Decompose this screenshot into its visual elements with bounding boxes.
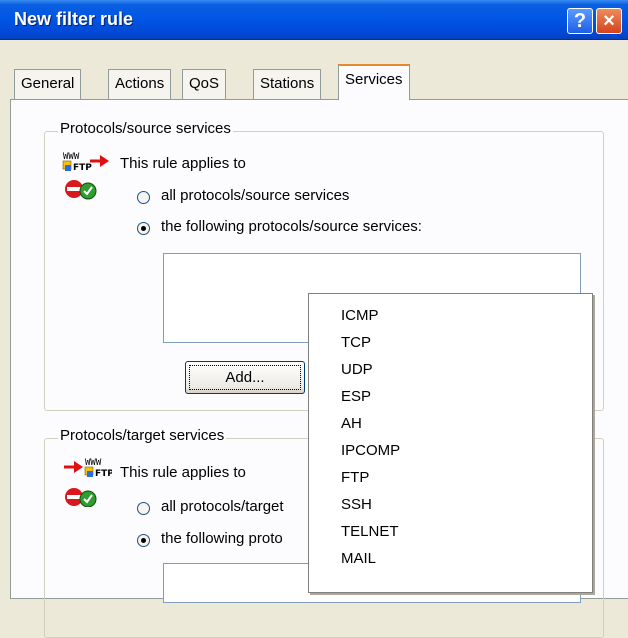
ftp-label: FTP <box>73 163 92 173</box>
source-applies-label: This rule applies to <box>120 155 246 172</box>
menu-item-ah[interactable]: AH <box>309 410 592 437</box>
protocol-menu: ICMP TCP UDP ESP AH IPCOMP FTP SSH TELNE… <box>308 293 593 593</box>
tab-services[interactable]: Services <box>338 64 410 100</box>
source-add-button[interactable]: Add... <box>185 361 305 394</box>
source-group-label: Protocols/source services <box>58 120 233 137</box>
target-applies-label: This rule applies to <box>120 464 246 481</box>
help-button[interactable]: ? <box>567 8 593 34</box>
focus-rect <box>189 365 301 390</box>
window-title: New filter rule <box>14 9 134 29</box>
source-following-label[interactable]: the following protocols/source services: <box>161 218 422 235</box>
menu-item-ssh[interactable]: SSH <box>309 491 592 518</box>
source-all-label[interactable]: all protocols/source services <box>161 187 349 204</box>
tab-general[interactable]: General <box>14 69 82 99</box>
target-all-label[interactable]: all protocols/target <box>161 498 284 515</box>
www-ftp-icon: WWW FTP <box>62 149 112 201</box>
www-ftp-target-icon: WWW FTP <box>62 455 114 508</box>
title-bar: New filter rule ? × <box>0 0 628 40</box>
ftp-label: FTP <box>95 469 112 479</box>
close-button[interactable]: × <box>596 8 622 34</box>
menu-item-ftp[interactable]: FTP <box>309 464 592 491</box>
tab-actions[interactable]: Actions <box>108 69 172 99</box>
menu-item-ipcomp[interactable]: IPCOMP <box>309 437 592 464</box>
tab-stations[interactable]: Stations <box>253 69 322 99</box>
target-all-radio[interactable] <box>137 502 150 515</box>
target-following-label[interactable]: the following proto <box>161 530 283 547</box>
menu-item-tcp[interactable]: TCP <box>309 329 592 356</box>
menu-item-udp[interactable]: UDP <box>309 356 592 383</box>
menu-item-icmp[interactable]: ICMP <box>309 302 592 329</box>
menu-item-esp[interactable]: ESP <box>309 383 592 410</box>
www-label: WWW <box>63 152 80 162</box>
tab-qos[interactable]: QoS <box>182 69 227 99</box>
menu-item-mail[interactable]: MAIL <box>309 545 592 572</box>
source-all-radio[interactable] <box>137 191 150 204</box>
target-group-label: Protocols/target services <box>58 427 227 444</box>
menu-item-telnet[interactable]: TELNET <box>309 518 592 545</box>
source-following-radio[interactable] <box>137 222 150 235</box>
target-following-radio[interactable] <box>137 534 150 547</box>
www-label: WWW <box>85 458 102 468</box>
